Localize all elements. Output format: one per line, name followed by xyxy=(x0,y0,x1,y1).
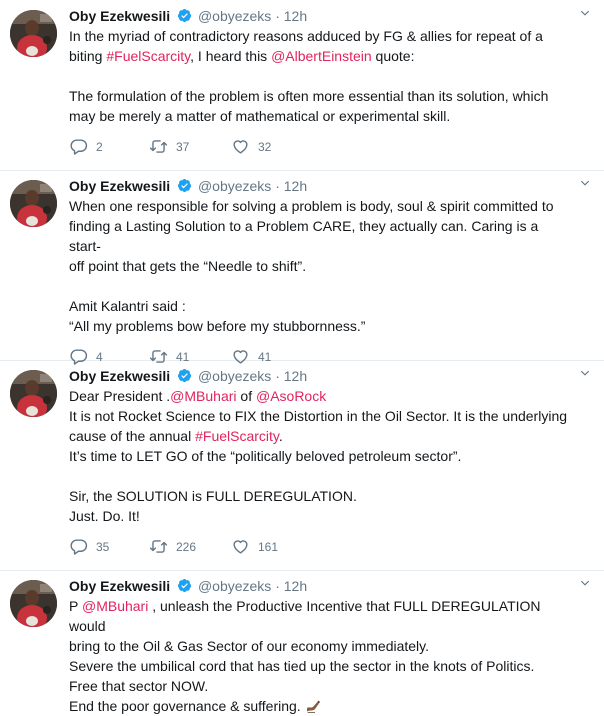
tweet-line xyxy=(69,466,570,486)
reply-icon xyxy=(70,139,88,155)
tweet-line: off point that gets the “Needle to shift… xyxy=(69,258,307,274)
mention-link[interactable]: @AlbertEinstein xyxy=(271,48,372,64)
tweet-text: In the myriad of contradictory reasons a… xyxy=(69,26,570,126)
verified-badge-icon xyxy=(177,578,192,593)
verified-badge-icon xyxy=(177,368,192,383)
tweet-timestamp[interactable]: 12h xyxy=(284,368,307,384)
tweet-line: In the myriad of contradictory reasons a… xyxy=(69,28,543,44)
author-handle[interactable]: @obyezeks xyxy=(198,178,271,194)
tweet-text: Dear President .@MBuhari of @AsoRock It … xyxy=(69,386,570,526)
tweet[interactable]: Oby Ezekwesili @obyezeks · 12h Dear Pres… xyxy=(0,360,604,571)
chevron-down-icon[interactable] xyxy=(578,176,592,190)
tweet-line: Free that sector NOW. xyxy=(69,678,209,694)
tweet-header: Oby Ezekwesili @obyezeks · 12h xyxy=(69,366,590,386)
avatar[interactable] xyxy=(10,180,57,227)
avatar[interactable] xyxy=(10,10,57,57)
heart-icon xyxy=(233,540,248,554)
author-name[interactable]: Oby Ezekwesili xyxy=(69,578,170,594)
reply-button[interactable]: 2 xyxy=(69,136,103,158)
tweet-timestamp[interactable]: 12h xyxy=(284,578,307,594)
tweet-line: finding a Lasting Solution to a Problem … xyxy=(69,218,539,254)
tweet-thread: Oby Ezekwesili @obyezeks · 12h In the my… xyxy=(0,0,604,714)
separator-dot: · xyxy=(275,368,280,384)
tweet-line: The formulation of the problem is often … xyxy=(69,88,549,104)
tweet-header: Oby Ezekwesili @obyezeks · 12h xyxy=(69,576,590,596)
separator-dot: · xyxy=(275,8,280,24)
reply-count: 35 xyxy=(96,540,110,554)
tweet-line: “All my problems bow before my stubbornn… xyxy=(69,318,366,334)
tweet[interactable]: Oby Ezekwesili @obyezeks · 12h In the my… xyxy=(0,0,604,171)
author-name[interactable]: Oby Ezekwesili xyxy=(69,368,170,384)
hashtag-link[interactable]: #FuelScarcity xyxy=(195,428,279,444)
tweet-line: Sir, the SOLUTION is FULL DEREGULATION. xyxy=(69,488,357,504)
tweet-text: When one responsible for solving a probl… xyxy=(69,196,570,336)
avatar[interactable] xyxy=(10,580,57,627)
author-handle[interactable]: @obyezeks xyxy=(198,368,271,384)
retweet-icon xyxy=(149,540,168,553)
tweet-actions: 2 37 32 xyxy=(69,136,570,158)
tweet-line: Severe the umbilical cord that has tied … xyxy=(69,658,535,674)
tweet-line: When one responsible for solving a probl… xyxy=(69,198,554,214)
tweet-line: It’s time to LET GO of the “politically … xyxy=(69,448,462,464)
mention-link[interactable]: @MBuhari xyxy=(170,388,236,404)
retweet-button[interactable]: 37 xyxy=(149,136,189,158)
writing-hand-emoji-icon xyxy=(306,700,320,713)
reply-icon xyxy=(70,539,88,555)
tweet-text: P @MBuhari , unleash the Productive Ince… xyxy=(69,596,570,716)
hashtag-link[interactable]: #FuelScarcity xyxy=(106,48,190,64)
author-name[interactable]: Oby Ezekwesili xyxy=(69,178,170,194)
tweet-line: Just. Do. It! xyxy=(69,508,140,524)
tweet-line: may be merely a matter of mathematical o… xyxy=(69,108,451,124)
avatar[interactable] xyxy=(10,370,57,417)
retweet-button[interactable]: 226 xyxy=(149,536,196,558)
retweet-count: 226 xyxy=(176,540,197,554)
verified-badge-icon xyxy=(177,8,192,23)
tweet[interactable]: Oby Ezekwesili @obyezeks · 12h When one … xyxy=(0,170,604,365)
tweet-line: biting #FuelScarcity, I heard this @Albe… xyxy=(69,48,415,64)
mention-link[interactable]: @AsoRock xyxy=(256,388,326,404)
like-button[interactable]: 32 xyxy=(231,136,271,158)
author-name[interactable]: Oby Ezekwesili xyxy=(69,8,170,24)
tweet[interactable]: Oby Ezekwesili @obyezeks · 12h P @MBuhar… xyxy=(0,570,604,714)
tweet-line: bring to the Oil & Gas Sector of our eco… xyxy=(69,638,430,654)
tweet-timestamp[interactable]: 12h xyxy=(284,8,307,24)
tweet-line: Dear President .@MBuhari of @AsoRock xyxy=(69,388,327,404)
tweet-line: End the poor governance & suffering. xyxy=(69,696,570,716)
tweet-actions: 35 226 161 xyxy=(69,536,570,558)
tweet-line: It is not Rocket Science to FIX the Dist… xyxy=(69,408,568,424)
like-count: 161 xyxy=(258,540,279,554)
retweet-count: 37 xyxy=(176,140,190,154)
chevron-down-icon[interactable] xyxy=(578,366,592,380)
tweet-line xyxy=(69,66,570,86)
tweet-line xyxy=(69,276,570,296)
like-count: 32 xyxy=(258,140,272,154)
tweet-header: Oby Ezekwesili @obyezeks · 12h xyxy=(69,6,590,26)
tweet-header: Oby Ezekwesili @obyezeks · 12h xyxy=(69,176,590,196)
author-handle[interactable]: @obyezeks xyxy=(198,8,271,24)
separator-dot: · xyxy=(275,178,280,194)
heart-icon xyxy=(233,140,248,154)
reply-count: 2 xyxy=(96,140,103,154)
verified-badge-icon xyxy=(177,178,192,193)
tweet-line: Amit Kalantri said : xyxy=(69,298,186,314)
chevron-down-icon[interactable] xyxy=(578,576,592,590)
retweet-icon xyxy=(149,140,168,153)
chevron-down-icon[interactable] xyxy=(578,6,592,20)
author-handle[interactable]: @obyezeks xyxy=(198,578,271,594)
tweet-timestamp[interactable]: 12h xyxy=(284,178,307,194)
mention-link[interactable]: @MBuhari xyxy=(82,598,148,614)
like-button[interactable]: 161 xyxy=(231,536,278,558)
tweet-line: P @MBuhari , unleash the Productive Ince… xyxy=(69,598,541,634)
reply-button[interactable]: 35 xyxy=(69,536,109,558)
separator-dot: · xyxy=(275,578,280,594)
tweet-line: cause of the annual #FuelScarcity. xyxy=(69,428,283,444)
